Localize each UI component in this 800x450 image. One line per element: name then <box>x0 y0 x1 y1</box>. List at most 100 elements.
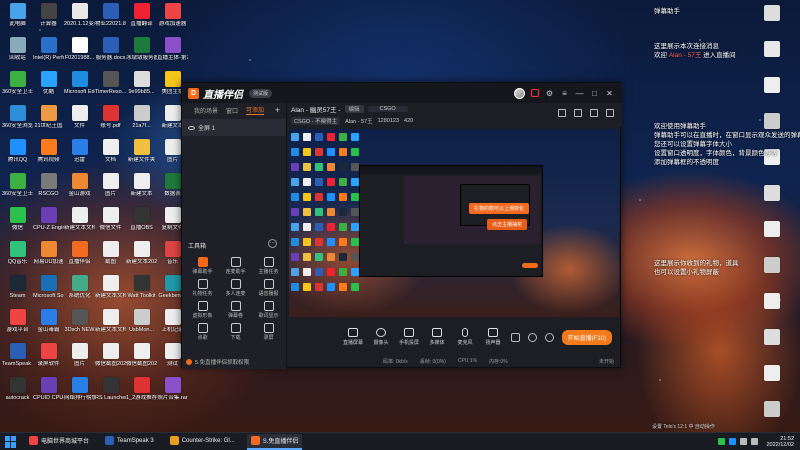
desktop-icon[interactable]: 游戏加速器 <box>157 0 188 34</box>
desktop-icon[interactable]: 图片 <box>95 170 126 204</box>
desktop-icon[interactable]: 直播翻译 <box>126 0 157 34</box>
desktop-icon[interactable]: F0201988... <box>64 34 95 68</box>
desktop-icon[interactable]: CPU-Z Engine <box>33 204 64 238</box>
gift-icon[interactable] <box>558 109 566 117</box>
desktop-icon[interactable]: 金山游戏 <box>64 170 95 204</box>
menu-icon[interactable]: ≡ <box>560 89 569 98</box>
desktop-icon[interactable]: 新建文本2022 <box>126 238 157 272</box>
desktop-icon[interactable]: 360安全卫士 <box>2 170 33 204</box>
desktop-icon[interactable]: 1_2游戏推荐.pdf <box>126 374 157 408</box>
desktop-icon[interactable]: UsbMon... <box>126 306 157 340</box>
settings-icon[interactable]: ⚙ <box>545 89 554 98</box>
tool-item[interactable]: 主播任务 <box>252 255 285 277</box>
tool-item[interactable]: 礼物任务 <box>186 277 219 299</box>
tab-windows[interactable]: 窗口 <box>226 106 238 115</box>
scene-item[interactable]: 全屏 1 <box>182 119 286 136</box>
record-icon[interactable] <box>531 89 539 97</box>
clock[interactable]: 21:52 2022/12/02 <box>766 436 794 448</box>
close-button[interactable]: ✕ <box>605 89 614 98</box>
desktop-icon[interactable]: 新建文件夹 <box>126 136 157 170</box>
desktop-icon[interactable]: RS Launcher <box>95 374 126 408</box>
user-avatar[interactable] <box>514 87 525 99</box>
desktop-icon[interactable]: 此电脑 <box>2 0 33 34</box>
phone-cast-button[interactable]: 手机投屏 <box>395 328 423 346</box>
desktop-icon[interactable]: 微信 <box>2 204 33 238</box>
desktop-icon[interactable]: 金山毒霸 <box>33 306 64 340</box>
desktop-icon[interactable]: RSCGO <box>33 170 64 204</box>
taskbar-item[interactable]: Counter-Strike: Gl... <box>166 434 239 450</box>
tool-item[interactable]: 录屏 <box>252 321 285 343</box>
desktop-icon[interactable]: Microsoft Edge <box>64 68 95 102</box>
desktop-icon[interactable]: 直播伴侣 <box>64 238 95 272</box>
desktop-icon[interactable] <box>756 362 787 396</box>
desktop-icon[interactable]: 新建文本文档(3).txt <box>95 306 126 340</box>
desktop-icon[interactable]: 网易UU加速 <box>33 238 64 272</box>
version-badge[interactable]: 测试版 <box>249 88 273 98</box>
game-selector[interactable]: CSGO <box>367 106 408 112</box>
desktop-icon[interactable]: 360安全浏览器 <box>2 102 33 136</box>
desktop-icon[interactable]: 系统优化 <box>64 272 95 306</box>
visibility-icon[interactable] <box>188 125 195 130</box>
desktop-icon[interactable]: 腾讯QQ <box>2 136 33 170</box>
microphone-button[interactable]: 麦克风 <box>451 328 479 346</box>
tool-item[interactable]: 下载 <box>219 321 252 343</box>
desktop-icon[interactable]: 2020.1.12变动需知汇 <box>64 0 95 34</box>
message-icon[interactable] <box>590 109 598 117</box>
desktop-icon[interactable]: 网络排行榜加速器 <box>64 374 95 408</box>
tool-item[interactable]: 歌词显示 <box>252 299 285 321</box>
desktop-icon[interactable]: 冰墩墩服务器.xlsx <box>126 34 157 68</box>
taskbar-item[interactable]: S.免直播伴侣 <box>246 433 303 450</box>
tab-my-scenes[interactable]: 我的场景 <box>194 106 218 115</box>
desktop-icon[interactable]: 9e99b85... <box>126 68 157 102</box>
maximize-button[interactable]: □ <box>590 89 599 98</box>
add-scene-icon[interactable]: + <box>275 105 280 115</box>
tool-item[interactable]: 语音播报 <box>252 277 285 299</box>
tool-item[interactable]: 弹幕卷 <box>219 299 252 321</box>
tab-addable[interactable]: 可添加 <box>246 105 265 115</box>
desktop-icon[interactable]: 截图 <box>95 238 126 272</box>
desktop-icon[interactable]: 微信截图2022... <box>126 340 157 374</box>
stream-preview[interactable]: 礼物的数可以上滑转化 点击主播抽奖 <box>289 129 619 317</box>
desktop-icon[interactable] <box>756 398 787 432</box>
desktop-icon[interactable]: Intel(R) Performan... <box>33 34 64 68</box>
edit-title-button[interactable]: 编辑 <box>344 105 364 113</box>
settings-icon[interactable] <box>544 332 554 342</box>
taskbar-item[interactable]: 电脑世界商城平台 <box>25 434 93 450</box>
desktop-icon[interactable]: 录屏软件 <box>33 340 64 374</box>
desktop-icon[interactable]: TimerReso... <box>95 68 126 102</box>
desktop-icon[interactable]: 账号.pdf <box>95 102 126 136</box>
tool-item[interactable]: 点歌 <box>186 321 219 343</box>
wechat-tray-icon[interactable] <box>718 438 726 445</box>
volume-icon[interactable] <box>751 438 759 445</box>
tool-item[interactable]: 连麦助手 <box>219 255 252 277</box>
desktop-icon[interactable]: Microsoft Solitaire... <box>33 272 64 306</box>
desktop-icon[interactable] <box>756 326 787 360</box>
desktop-icon[interactable]: 直播OBS <box>126 204 157 238</box>
desktop-icon[interactable]: autocrack <box>2 374 33 408</box>
desktop-icon[interactable]: 优酷 <box>33 68 64 102</box>
desktop-icon[interactable]: 新建文本文档 <box>64 204 95 238</box>
tool-item[interactable]: 虚拟形象 <box>186 299 219 321</box>
notification-icon[interactable] <box>606 109 614 117</box>
desktop-icon[interactable]: Watt Toolkit <box>126 272 157 306</box>
qq-tray-icon[interactable] <box>729 438 737 445</box>
desktop-icon[interactable]: 直播主体-第7.17.rar <box>157 34 188 68</box>
desktop-icon[interactable]: CPUID CPU-Z <box>33 374 64 408</box>
share-icon[interactable] <box>574 109 582 117</box>
network-icon[interactable] <box>740 438 748 445</box>
minimize-button[interactable]: — <box>575 89 584 98</box>
desktop-icon[interactable]: 3Dsch NEW <box>64 306 95 340</box>
start-menu-icon[interactable] <box>5 435 17 448</box>
notice-bar[interactable]: 5.免直播伴侣抓取权限 <box>186 358 249 366</box>
desktop-icon[interactable]: 新建文本 <box>126 170 157 204</box>
media-button[interactable]: 多媒体 <box>423 328 451 346</box>
taskbar-item[interactable]: TeamSpeak 3 <box>101 434 158 450</box>
desktop-icon[interactable]: 照片合集.rar <box>157 374 188 408</box>
desktop-icon[interactable]: 文档 <box>95 136 126 170</box>
desktop-icon[interactable]: 腾讯视频 <box>33 136 64 170</box>
desktop-icon[interactable]: 物业22021.8.21 <box>95 0 126 34</box>
desktop-icon[interactable]: 新建文本文档(2).txt <box>95 272 126 306</box>
category-chip[interactable]: CSGO - 不晓得主 <box>291 116 341 125</box>
desktop-icon[interactable]: 文件 <box>64 102 95 136</box>
screen-capture-button[interactable]: 直播屏幕 <box>339 328 367 346</box>
